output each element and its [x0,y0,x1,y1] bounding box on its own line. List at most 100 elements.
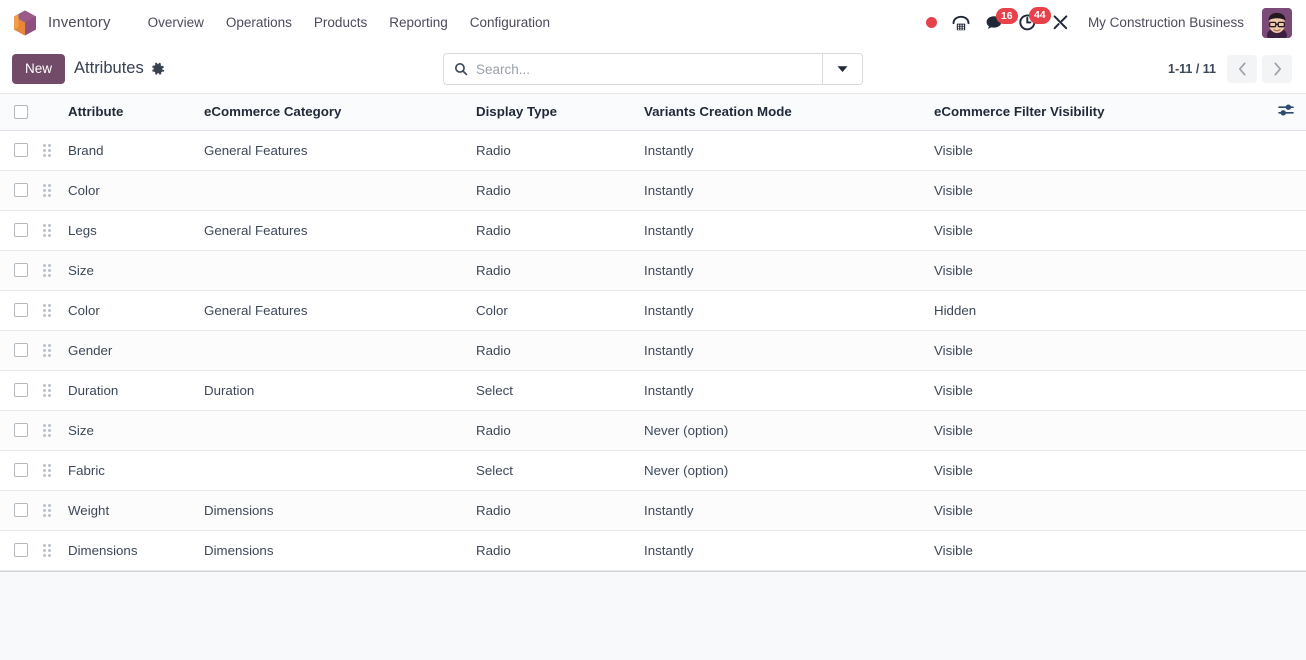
search-dropdown-toggle[interactable] [822,54,862,84]
search-icon [454,62,468,76]
odoo-cube-logo-icon[interactable] [12,9,38,37]
column-header-display-type[interactable]: Display Type [468,94,636,131]
row-select-cell [0,290,34,331]
row-handle-cell [34,530,60,571]
row-select-cell [0,490,34,531]
drag-handle-icon[interactable] [34,543,60,557]
menu-item-reporting[interactable]: Reporting [378,9,459,36]
activities-count-badge: 44 [1028,7,1051,24]
table-row[interactable]: Duration Duration Select Instantly Visible [0,370,1306,411]
drag-handle-icon[interactable] [34,423,60,437]
control-panel-left: New Attributes [12,54,165,84]
table-row[interactable]: Legs General Features Radio Instantly Visibl… [0,210,1306,251]
new-button[interactable]: New [12,54,66,84]
row-checkbox[interactable] [14,183,28,197]
row-spacer-cell [1270,530,1306,571]
row-checkbox[interactable] [14,303,28,317]
column-header-attribute[interactable]: Attribute [60,94,196,131]
pager-range[interactable]: 1-11 / 11 [1168,62,1222,76]
record-dot-icon[interactable] [925,17,937,28]
cell-display-type: Radio [468,410,636,451]
row-checkbox[interactable] [14,383,28,397]
drag-handle-icon[interactable] [34,263,60,277]
drag-handle-icon[interactable] [34,383,60,397]
menu-item-configuration[interactable]: Configuration [459,9,561,36]
cell-ecommerce-category: Dimensions [196,530,468,571]
row-select-cell [0,370,34,411]
row-checkbox[interactable] [14,263,28,277]
table-row[interactable]: Dimensions Dimensions Radio Instantly Visibl… [0,530,1306,571]
row-checkbox[interactable] [14,223,28,237]
top-navbar: Inventory Overview Operations Products R… [0,0,1306,45]
row-checkbox[interactable] [14,423,28,437]
select-all-checkbox[interactable] [14,104,28,119]
control-panel: New Attributes 1-11 / 11 [0,45,1306,93]
row-handle-cell [34,370,60,411]
cell-display-type: Select [468,370,636,411]
menu-item-overview[interactable]: Overview [137,9,215,36]
column-header-ecommerce-category[interactable]: eCommerce Category [196,94,468,131]
cell-ecommerce-category: General Features [196,290,468,331]
pager-next-button[interactable] [1262,55,1292,83]
column-header-variants-creation-mode[interactable]: Variants Creation Mode [636,94,926,131]
cell-ecommerce-filter-visibility: Visible [926,450,1270,491]
row-checkbox[interactable] [14,343,28,357]
row-handle-cell [34,210,60,251]
drag-handle-icon[interactable] [34,463,60,477]
row-checkbox[interactable] [14,143,28,157]
systray: 16 44 My Construction Business [925,7,1294,38]
cell-ecommerce-category: General Features [196,130,468,171]
gear-icon[interactable] [151,62,165,76]
pager-previous-button[interactable] [1227,55,1257,83]
menu-item-operations[interactable]: Operations [215,9,303,36]
cell-ecommerce-filter-visibility: Visible [926,130,1270,171]
cell-display-type: Radio [468,490,636,531]
cell-ecommerce-category: Duration [196,370,468,411]
drag-handle-icon[interactable] [34,183,60,197]
app-name[interactable]: Inventory [48,14,111,31]
table-row[interactable]: Fabric Select Never (option) Visible [0,450,1306,491]
cell-display-type: Radio [468,130,636,171]
table-row[interactable]: Color Radio Instantly Visible [0,170,1306,211]
column-header-ecommerce-filter-visibility[interactable]: eCommerce Filter Visibility [926,94,1270,131]
table-row[interactable]: Color General Features Color Instantly Hidde… [0,290,1306,331]
row-spacer-cell [1270,210,1306,251]
row-select-cell [0,250,34,291]
company-name[interactable]: My Construction Business [1084,11,1248,34]
table-row[interactable]: Size Radio Instantly Visible [0,250,1306,291]
cell-attribute: Gender [60,330,196,371]
table-row[interactable]: Size Radio Never (option) Visible [0,410,1306,451]
row-handle-cell [34,410,60,451]
phone-icon[interactable] [951,14,971,32]
chat-bubble-icon[interactable]: 16 [985,7,1018,32]
drag-handle-icon[interactable] [34,503,60,517]
cell-variants-creation-mode: Instantly [636,250,926,291]
attributes-table: Attribute eCommerce Category Display Typ… [0,94,1306,571]
drag-handle-icon[interactable] [34,303,60,317]
cell-display-type: Radio [468,210,636,251]
row-checkbox[interactable] [14,503,28,517]
user-avatar[interactable] [1262,7,1292,38]
drag-handle-icon[interactable] [34,343,60,357]
search-field-area[interactable] [444,54,822,84]
cell-attribute: Duration [60,370,196,411]
row-handle-cell [34,290,60,331]
table-row[interactable]: Weight Dimensions Radio Instantly Visible [0,490,1306,531]
sliders-adjust-icon[interactable] [1278,103,1294,117]
clock-icon[interactable]: 44 [1018,7,1051,32]
wrench-tools-icon[interactable] [1051,13,1070,32]
cell-variants-creation-mode: Never (option) [636,450,926,491]
list-view: Attribute eCommerce Category Display Typ… [0,93,1306,572]
row-checkbox[interactable] [14,463,28,477]
menu-item-products[interactable]: Products [303,9,378,36]
cell-ecommerce-filter-visibility: Visible [926,410,1270,451]
drag-handle-icon[interactable] [34,143,60,157]
drag-handle-icon[interactable] [34,223,60,237]
cell-display-type: Color [468,290,636,331]
search-input[interactable] [476,61,812,77]
optional-columns-header [1270,94,1306,131]
table-row[interactable]: Gender Radio Instantly Visible [0,330,1306,371]
row-checkbox[interactable] [14,543,28,557]
row-spacer-cell [1270,290,1306,331]
table-row[interactable]: Brand General Features Radio Instantly Visib… [0,130,1306,171]
